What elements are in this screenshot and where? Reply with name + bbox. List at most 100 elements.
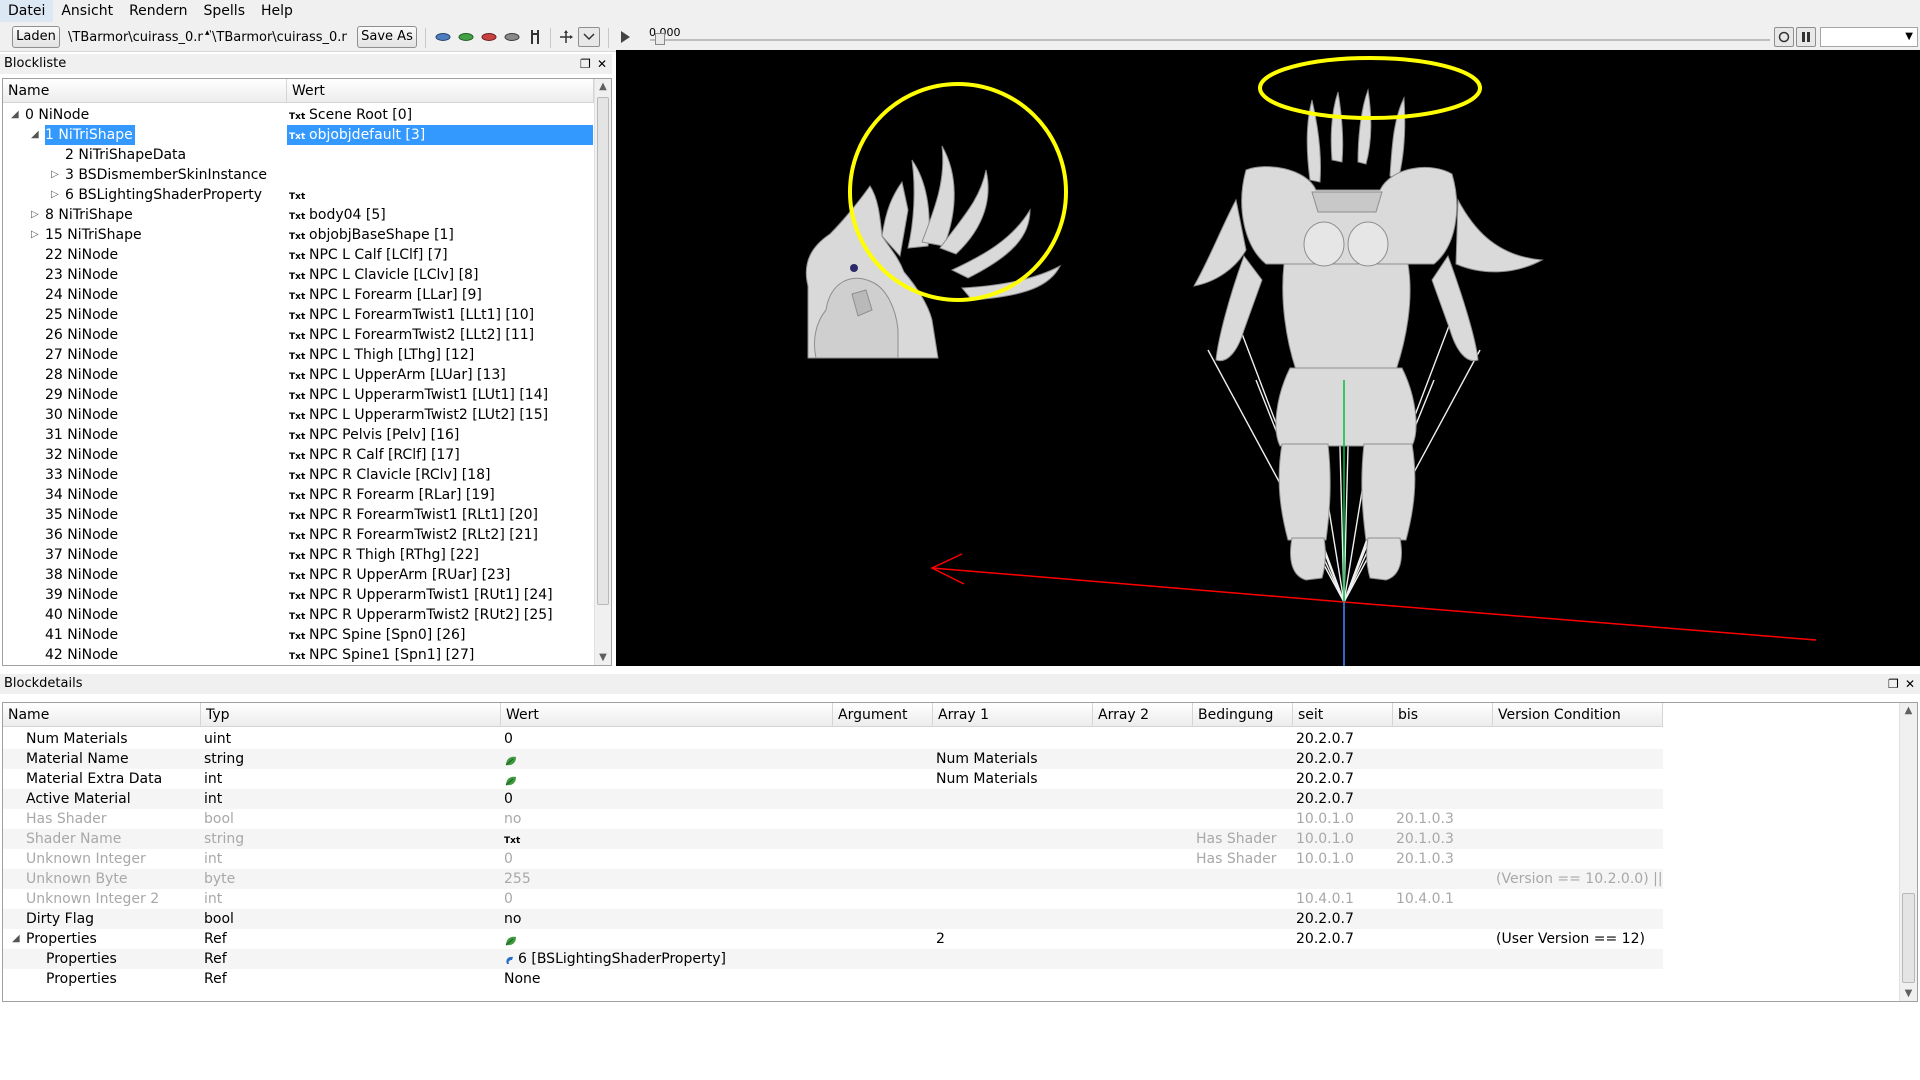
details-row[interactable]: Unknown Integer 2 int 0 10.4.0.1 10.4.0.1 <box>3 889 1663 909</box>
save-path-field[interactable]: \TBarmor\cuirass_0.nif <box>212 28 347 48</box>
block-details-table[interactable]: Name Typ Wert Argument Array 1 Array 2 Bedingu… <box>2 702 1918 1002</box>
details-row[interactable]: Properties Ref 2 20.2.0.7 (User Version == 1… <box>3 929 1663 949</box>
view-front-icon[interactable] <box>457 29 475 45</box>
col-header-wert[interactable]: Wert <box>501 703 833 727</box>
details-row[interactable]: Active Material int 0 20.2.0.7 <box>3 789 1663 809</box>
tree-row[interactable]: 33 NiNode Txt NPC R Clavicle [RClv] [18] <box>3 465 594 485</box>
tree-row[interactable]: 2 NiTriShapeData <box>3 145 594 165</box>
details-cell-value[interactable] <box>501 749 833 769</box>
tree-row[interactable]: 24 NiNode Txt NPC L Forearm [LLar] [9] <box>3 285 594 305</box>
tree-row[interactable]: 41 NiNode Txt NPC Spine [Spn0] [26] <box>3 625 594 645</box>
details-row[interactable]: Shader Name string Txt Has Shader 10.0.1.0 20… <box>3 829 1663 849</box>
menu-spells[interactable]: Spells <box>196 0 253 22</box>
float-icon[interactable]: ❐ <box>1888 674 1899 694</box>
expanded-arrow-icon[interactable]: ◢ <box>9 929 20 949</box>
details-row[interactable]: Properties Ref 6 [BSLightingShaderProperty… <box>3 949 1663 969</box>
tree-row[interactable]: 40 NiNode Txt NPC R UpperarmTwist2 [RUt2] … <box>3 605 594 625</box>
loop-icon[interactable] <box>1774 27 1794 47</box>
scroll-thumb[interactable] <box>1902 893 1915 983</box>
animation-timeline-track[interactable] <box>650 39 1770 41</box>
details-row[interactable]: Has Shader bool no 10.0.1.0 20.1.0.3 <box>3 809 1663 829</box>
expanded-arrow-icon[interactable]: ◢ <box>31 125 39 145</box>
scroll-down-icon[interactable]: ▼ <box>595 652 611 663</box>
close-icon[interactable]: ✕ <box>597 54 607 74</box>
scroll-thumb[interactable] <box>597 97 609 605</box>
details-cell-value[interactable] <box>501 769 833 789</box>
tree-row[interactable]: ▷ 6 BSLightingShaderProperty Txt <box>3 185 594 205</box>
scroll-up-icon[interactable]: ▲ <box>1900 705 1917 716</box>
col-header-bis[interactable]: bis <box>1393 703 1493 727</box>
tree-row[interactable]: ▷ 15 NiTriShape Txt objobjBaseShape [1] <box>3 225 594 245</box>
tree-row[interactable]: 39 NiNode Txt NPC R UpperarmTwist1 [RUt1] … <box>3 585 594 605</box>
float-icon[interactable]: ❐ <box>580 54 591 74</box>
tree-row[interactable]: 27 NiNode Txt NPC L Thigh [LThg] [12] <box>3 345 594 365</box>
close-icon[interactable]: ✕ <box>1905 674 1915 694</box>
load-path-field[interactable]: \TBarmor\cuirass_0.nif <box>68 28 203 48</box>
tree-row[interactable]: 34 NiNode Txt NPC R Forearm [RLar] [19] <box>3 485 594 505</box>
details-cell-value[interactable]: Txt <box>501 829 833 849</box>
scroll-up-icon[interactable]: ▲ <box>595 81 611 92</box>
save-as-button[interactable]: Save As <box>357 26 417 48</box>
block-tree[interactable]: Name Wert ◢ 0 NiNode Txt Scene Root [0] ◢ 1 N… <box>2 78 612 666</box>
tree-row[interactable]: 42 NiNode Txt NPC Spine1 [Spn1] [27] <box>3 645 594 665</box>
tree-row[interactable]: ◢ 1 NiTriShape Txt objobjdefault [3] <box>3 125 594 145</box>
animation-timeline-handle[interactable] <box>655 33 665 45</box>
details-cell-value[interactable]: no <box>501 809 833 829</box>
collapsed-arrow-icon[interactable]: ▷ <box>31 205 39 225</box>
col-header-typ[interactable]: Typ <box>201 703 501 727</box>
details-cell-value[interactable]: 255 <box>501 869 833 889</box>
3d-viewport[interactable] <box>616 50 1920 666</box>
col-header-array-1[interactable]: Array 1 <box>933 703 1093 727</box>
tree-row[interactable]: 25 NiNode Txt NPC L ForearmTwist1 [LLt1] [… <box>3 305 594 325</box>
tree-row[interactable]: 28 NiNode Txt NPC L UpperArm [LUar] [13] <box>3 365 594 385</box>
swap-arrows-icon[interactable]: ▴▾ <box>205 28 211 48</box>
details-row[interactable]: Num Materials uint 0 20.2.0.7 <box>3 729 1663 749</box>
pause-icon[interactable] <box>1796 27 1816 47</box>
details-cell-value[interactable]: 6 [BSLightingShaderProperty] <box>501 949 833 969</box>
details-row[interactable]: Material Extra Data int Num Materials 20.2.… <box>3 769 1663 789</box>
col-header-seit[interactable]: seit <box>1293 703 1393 727</box>
tree-row[interactable]: 31 NiNode Txt NPC Pelvis [Pelv] [16] <box>3 425 594 445</box>
view-side-icon[interactable] <box>480 29 498 45</box>
tree-row[interactable]: 37 NiNode Txt NPC R Thigh [RThg] [22] <box>3 545 594 565</box>
menu-datei[interactable]: Datei <box>0 0 54 22</box>
tree-row[interactable]: 26 NiNode Txt NPC L ForearmTwist2 [LLt2] [… <box>3 325 594 345</box>
menu-rendern[interactable]: Rendern <box>121 0 195 22</box>
tree-row[interactable]: ▷ 3 BSDismemberSkinInstance <box>3 165 594 185</box>
tree-row[interactable]: 29 NiNode Txt NPC L UpperarmTwist1 [LUt1] … <box>3 385 594 405</box>
details-row[interactable]: Unknown Integer int 0 Has Shader 10.0.1.0 20.… <box>3 849 1663 869</box>
collapsed-arrow-icon[interactable]: ▷ <box>51 185 59 205</box>
scroll-down-icon[interactable]: ▼ <box>1900 988 1917 999</box>
view-top-icon[interactable] <box>434 29 452 45</box>
tree-row[interactable]: 32 NiNode Txt NPC R Calf [RClf] [17] <box>3 445 594 465</box>
details-cell-value[interactable]: no <box>501 909 833 929</box>
tree-row[interactable]: 23 NiNode Txt NPC L Clavicle [LClv] [8] <box>3 265 594 285</box>
play-icon[interactable] <box>616 29 634 45</box>
tree-row[interactable]: ◢ 0 NiNode Txt Scene Root [0] <box>3 105 594 125</box>
axis-move-icon[interactable] <box>557 29 575 45</box>
details-cell-value[interactable]: None <box>501 969 833 989</box>
details-cell-value[interactable]: 0 <box>501 849 833 869</box>
view-user-icon[interactable] <box>503 29 521 45</box>
details-cell-value[interactable]: 0 <box>501 729 833 749</box>
col-header-version-condition[interactable]: Version Condition <box>1493 703 1663 727</box>
details-row[interactable]: Dirty Flag bool no 20.2.0.7 <box>3 909 1663 929</box>
animation-select[interactable]: ▼ <box>1820 27 1918 47</box>
col-header-name[interactable]: Name <box>3 703 201 727</box>
view-dropdown-icon[interactable] <box>578 27 600 47</box>
col-header-bedingung[interactable]: Bedingung <box>1193 703 1293 727</box>
menu-help[interactable]: Help <box>253 0 301 22</box>
details-cell-value[interactable]: 0 <box>501 889 833 909</box>
tree-row[interactable]: 22 NiNode Txt NPC L Calf [LClf] [7] <box>3 245 594 265</box>
collapsed-arrow-icon[interactable]: ▷ <box>31 225 39 245</box>
details-row[interactable]: Properties Ref None <box>3 969 1663 989</box>
walk-mode-icon[interactable] <box>526 29 544 45</box>
load-button[interactable]: Laden <box>12 26 60 48</box>
menu-ansicht[interactable]: Ansicht <box>53 0 121 22</box>
tree-row[interactable]: ▷ 8 NiTriShape Txt body04 [5] <box>3 205 594 225</box>
col-header-name[interactable]: Name <box>3 79 287 103</box>
tree-row[interactable]: 30 NiNode Txt NPC L UpperarmTwist2 [LUt2] … <box>3 405 594 425</box>
collapsed-arrow-icon[interactable]: ▷ <box>51 165 59 185</box>
tree-row[interactable]: 35 NiNode Txt NPC R ForearmTwist1 [RLt1] [… <box>3 505 594 525</box>
details-scrollbar[interactable]: ▲ ▼ <box>1899 703 1917 1001</box>
